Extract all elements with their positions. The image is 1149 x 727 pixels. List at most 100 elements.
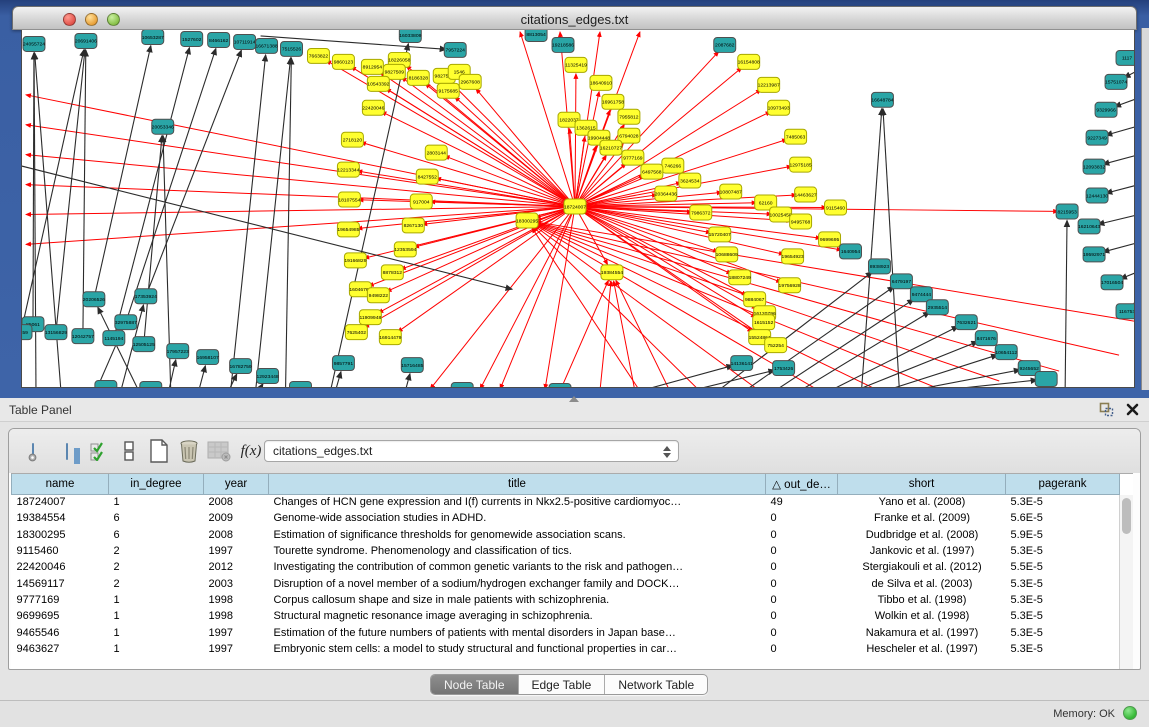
graph-node[interactable]: 10654112	[995, 345, 1017, 360]
graph-edge[interactable]	[405, 374, 410, 387]
table-row[interactable]: 946554611997Estimation of the future num…	[12, 624, 1120, 640]
graph-node[interactable]: 19218586	[552, 37, 574, 52]
graph-edge[interactable]	[1106, 185, 1134, 194]
graph-edge[interactable]	[56, 50, 85, 332]
graph-node[interactable]: 1117	[1116, 50, 1134, 65]
graph-node[interactable]: 16914479	[379, 330, 401, 345]
graph-node[interactable]: 116753	[1116, 304, 1134, 319]
graph-node[interactable]: 16782759	[230, 359, 252, 374]
graph-node[interactable]: 9115460	[825, 200, 847, 215]
graph-node[interactable]: 15720407	[709, 227, 731, 242]
show-columns-button[interactable]	[53, 437, 81, 465]
graph-node[interactable]: 10653287	[142, 30, 164, 44]
graph-node[interactable]: 1753426	[773, 361, 795, 376]
graph-node[interactable]: 18107554	[338, 192, 360, 207]
table-row[interactable]: 1830029562008Estimation of significance …	[12, 527, 1120, 543]
column-header-pagerank[interactable]: pagerank	[1006, 474, 1120, 494]
graph-edge[interactable]	[259, 384, 263, 387]
graph-edge[interactable]	[560, 281, 608, 387]
graph-node[interactable]: 14463627	[795, 187, 817, 202]
close-panel-icon[interactable]	[1126, 403, 1139, 421]
graph-node[interactable]	[140, 382, 162, 387]
graph-node[interactable]: 99159	[22, 325, 32, 340]
table-row[interactable]: 1872400712008Changes of HCN gene express…	[12, 494, 1120, 510]
graph-edge[interactable]	[386, 89, 575, 207]
graph-edge[interactable]	[1065, 220, 1067, 387]
graph-node[interactable]: 8466162	[208, 32, 230, 47]
graph-node[interactable]: 10973493	[768, 100, 790, 115]
graph-node[interactable]: 12353594	[394, 242, 416, 257]
graph-node[interactable]: 19654923	[782, 249, 804, 264]
graph-node[interactable]: 9699695	[819, 232, 841, 247]
select-columns-button[interactable]	[85, 437, 113, 465]
graph-node[interactable]: 8427552	[416, 169, 438, 184]
graph-node[interactable]: 2967608	[459, 74, 481, 89]
graph-node[interactable]: 11325419	[565, 57, 587, 72]
graph-node[interactable]: 12444130	[1086, 188, 1108, 203]
column-header-year[interactable]: year	[204, 474, 269, 494]
graph-node[interactable]: 16648784	[871, 92, 893, 107]
graph-node[interactable]: 9227349	[1086, 130, 1108, 145]
graph-node[interactable]	[451, 383, 473, 387]
graph-node[interactable]: 7957224	[444, 42, 466, 57]
graph-node[interactable]: 9860123	[332, 54, 354, 69]
graph-edge[interactable]	[536, 223, 1059, 371]
graph-node[interactable]: 10025458	[770, 207, 792, 222]
graph-node[interactable]: 16033809	[399, 30, 421, 42]
graph-node[interactable]: 8813054	[525, 30, 547, 41]
graph-node[interactable]: 15751074	[1105, 74, 1127, 89]
float-panel-icon[interactable]	[1099, 402, 1114, 422]
graph-node[interactable]: 10543392	[367, 76, 389, 91]
graph-edge[interactable]	[34, 53, 36, 387]
graph-edge[interactable]	[1098, 214, 1134, 224]
tab-network-table[interactable]: Network Table	[605, 675, 707, 694]
table-scrollbar-thumb[interactable]	[1122, 498, 1131, 534]
graph-node[interactable]: 17016504	[1101, 275, 1123, 290]
graph-edge[interactable]	[231, 55, 266, 387]
graph-node[interactable]: 19166829	[344, 253, 366, 268]
graph-edge[interactable]	[256, 58, 291, 387]
graph-edge[interactable]	[445, 156, 575, 207]
table-row[interactable]: 946362711997Embryonic stem cells: a mode…	[12, 641, 1120, 657]
graph-node[interactable]: 16154808	[738, 54, 760, 69]
graph-node[interactable]	[1035, 372, 1057, 387]
graph-node[interactable]: 9175685	[437, 83, 459, 98]
graph-node[interactable]: 12213987	[758, 77, 780, 92]
graph-edge[interactable]	[126, 48, 216, 322]
graph-edge[interactable]	[26, 207, 575, 215]
graph-edge[interactable]	[1103, 155, 1134, 165]
graph-node[interactable]: 7485063	[785, 129, 807, 144]
graph-node[interactable]: 18724007	[564, 199, 586, 214]
graph-edge[interactable]	[884, 355, 997, 387]
graph-node[interactable]: 2803144	[425, 145, 447, 160]
column-header-short[interactable]: short	[838, 474, 1006, 494]
graph-node[interactable]: 20691406	[75, 33, 97, 48]
graph-node[interactable]: 14136141	[731, 356, 753, 371]
graph-node[interactable]: 8215953	[1056, 204, 1078, 219]
graph-node[interactable]: 22420046	[362, 100, 384, 115]
graph-node[interactable]: 8938923	[868, 259, 890, 274]
graph-node[interactable]: 752254	[765, 338, 787, 353]
graph-node[interactable]: 19756928	[779, 278, 801, 293]
network-window-titlebar[interactable]: citations_edges.txt	[12, 6, 1137, 30]
graph-node[interactable]: 2087682	[714, 37, 736, 52]
graph-node[interactable]: 8267130	[402, 218, 424, 233]
column-header-name[interactable]: name	[12, 474, 109, 494]
network-view-canvas[interactable]: 1872400718300295193845542405572420691406…	[21, 30, 1135, 388]
graph-node[interactable]: 9884067	[744, 292, 766, 307]
graph-node[interactable]: 746266	[662, 158, 684, 173]
graph-node[interactable]: 12213344	[337, 162, 359, 177]
graph-edge[interactable]	[94, 46, 151, 300]
row-height-button[interactable]	[115, 437, 143, 465]
table-row[interactable]: 977716911998Corpus callosum shape and si…	[12, 592, 1120, 608]
graph-node[interactable]: 1527602	[181, 31, 203, 46]
graph-node[interactable]: 16958107	[197, 350, 219, 365]
graph-node[interactable]: 6479197	[890, 274, 912, 289]
graph-edge[interactable]	[425, 84, 575, 207]
graph-edge[interactable]	[335, 372, 341, 387]
graph-edge[interactable]	[26, 125, 575, 207]
graph-node[interactable]: 12093832	[1083, 159, 1105, 174]
tab-edge-table[interactable]: Edge Table	[519, 675, 606, 694]
graph-node[interactable]: 7632621	[955, 315, 977, 330]
graph-edge[interactable]	[855, 341, 978, 387]
